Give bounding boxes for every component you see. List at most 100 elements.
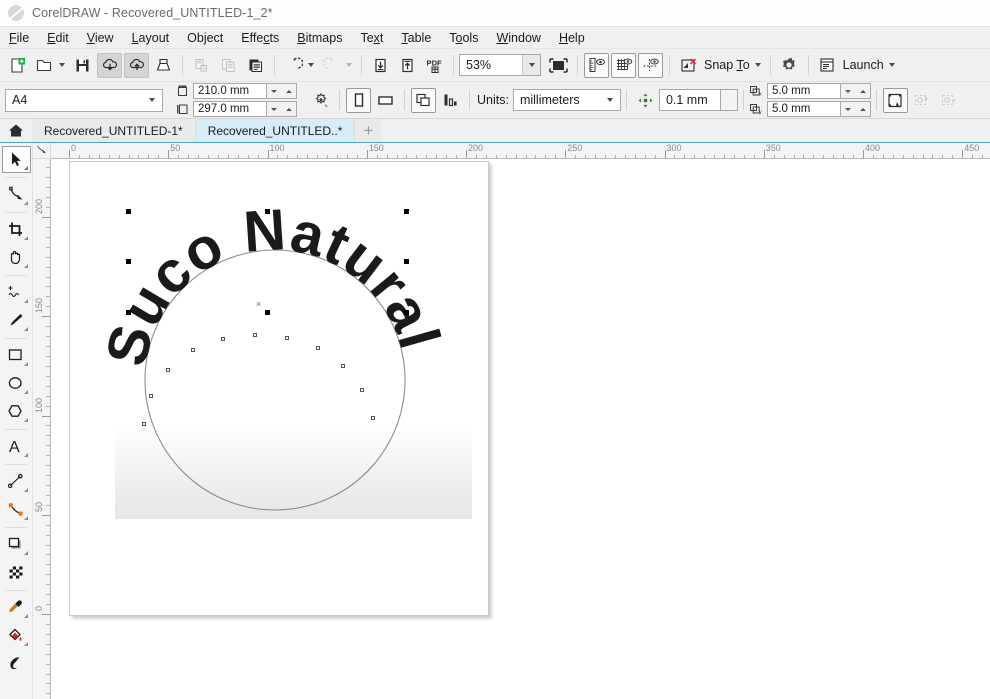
document-tab-2[interactable]: Recovered_UNTITLED..* <box>195 119 356 142</box>
edit-open-curve-button[interactable] <box>910 88 935 113</box>
path-node-marker[interactable] <box>285 336 289 340</box>
selection-handle-se[interactable] <box>404 310 409 315</box>
selection-handle-ne[interactable] <box>404 209 409 214</box>
shape-tool[interactable] <box>2 181 31 208</box>
snap-off-button[interactable] <box>676 53 701 78</box>
menu-layout[interactable]: Layout <box>123 29 179 47</box>
export-button[interactable] <box>395 53 420 78</box>
color-eyedropper-tool[interactable] <box>2 594 31 621</box>
duplicate-y-spinner[interactable] <box>840 101 871 117</box>
interactive-fill-tool[interactable] <box>2 650 31 677</box>
open-dropdown-button[interactable] <box>59 63 65 67</box>
menu-file[interactable]: File <box>0 29 38 47</box>
redo-dropdown-button[interactable] <box>346 63 352 67</box>
full-screen-preview-button[interactable] <box>546 53 571 78</box>
selection-handle-sw[interactable] <box>126 310 131 315</box>
menu-bitmaps[interactable]: Bitmaps <box>288 29 351 47</box>
rectangle-tool[interactable] <box>2 342 31 369</box>
units-dropdown-button[interactable] <box>603 98 620 102</box>
selection-handle-w[interactable] <box>126 259 131 264</box>
pan-tool[interactable] <box>2 244 31 271</box>
all-pages-button[interactable] <box>411 87 436 113</box>
home-tab-button[interactable] <box>0 119 32 142</box>
duplicate-x-spinner[interactable] <box>840 83 871 99</box>
selection-handle-s[interactable] <box>265 310 270 315</box>
path-node-marker[interactable] <box>191 348 195 352</box>
selection-handle-e[interactable] <box>404 259 409 264</box>
path-node-marker[interactable] <box>166 368 170 372</box>
document-tab-1[interactable]: Recovered_UNTITLED-1* <box>32 119 196 142</box>
connector-tool[interactable] <box>2 496 31 523</box>
undo-button[interactable] <box>281 53 306 78</box>
treat-as-filled-button[interactable] <box>882 87 908 113</box>
path-node-marker[interactable] <box>316 346 320 350</box>
open-document-button[interactable] <box>32 53 57 78</box>
options-button[interactable] <box>777 53 802 78</box>
artistic-media-tool[interactable] <box>2 307 31 334</box>
text-tool[interactable]: A <box>2 433 31 460</box>
snap-to-label[interactable]: Snap To <box>704 58 750 72</box>
copy-button[interactable] <box>216 53 241 78</box>
show-guides-button[interactable] <box>638 52 663 78</box>
menu-text[interactable]: Text <box>351 29 392 47</box>
duplicate-y-field[interactable]: 5.0 mm <box>766 101 841 117</box>
export-pdf-button[interactable]: PDF <box>422 53 447 78</box>
page-width-field[interactable]: 210.0 mm <box>193 83 267 99</box>
page-width-spinner[interactable] <box>267 83 297 99</box>
menu-object[interactable]: Object <box>178 29 232 47</box>
pick-tool[interactable] <box>1 146 31 173</box>
horizontal-ruler[interactable]: 0 50 100 150 200 250 300 350 400 450 <box>51 143 990 159</box>
path-node-marker[interactable] <box>221 337 225 341</box>
dimension-tool[interactable] <box>2 468 31 495</box>
drop-shadow-tool[interactable] <box>2 531 31 558</box>
new-document-button[interactable] <box>5 53 30 78</box>
artwork-group[interactable]: Suco Natural <box>70 162 490 617</box>
freehand-tool[interactable] <box>2 279 31 306</box>
zoom-level-combo[interactable]: 53% <box>459 54 541 76</box>
ellipse-tool[interactable] <box>2 370 31 397</box>
path-node-marker[interactable] <box>253 333 257 337</box>
show-rulers-button[interactable] <box>584 52 609 78</box>
zoom-dropdown-button[interactable] <box>522 55 540 75</box>
cut-button[interactable] <box>189 53 214 78</box>
redo-button[interactable] <box>319 53 344 78</box>
drawing-canvas[interactable]: Suco Natural × <box>51 159 990 699</box>
page-settings-button[interactable] <box>308 88 333 113</box>
save-document-button[interactable] <box>70 53 95 78</box>
path-node-marker[interactable] <box>360 388 364 392</box>
page-height-spinner[interactable] <box>267 101 297 117</box>
menu-edit[interactable]: Edit <box>38 29 78 47</box>
fill-tool[interactable] <box>2 622 31 649</box>
menu-help[interactable]: Help <box>550 29 594 47</box>
polygon-tool[interactable] <box>2 398 31 425</box>
path-node-marker[interactable] <box>341 364 345 368</box>
path-node-marker[interactable] <box>371 416 375 420</box>
import-button[interactable] <box>368 53 393 78</box>
ruler-origin-button[interactable] <box>33 143 51 159</box>
menu-tools[interactable]: Tools <box>440 29 487 47</box>
path-node-marker[interactable] <box>149 394 153 398</box>
launch-button[interactable] <box>815 53 840 78</box>
undo-dropdown-button[interactable] <box>308 63 314 67</box>
print-button[interactable] <box>151 53 176 78</box>
current-page-button[interactable] <box>438 88 463 113</box>
nudge-spinner[interactable] <box>720 89 738 111</box>
duplicate-x-field[interactable]: 5.0 mm <box>766 83 841 99</box>
launch-dropdown-button[interactable] <box>888 63 895 67</box>
menu-effects[interactable]: Effects <box>232 29 288 47</box>
path-node-marker[interactable] <box>142 422 146 426</box>
page-height-field[interactable]: 297.0 mm <box>193 101 267 117</box>
page-size-combo[interactable]: A4 <box>5 88 163 112</box>
vertical-ruler[interactable]: 200 150 100 50 0 <box>33 159 51 699</box>
menu-table[interactable]: Table <box>392 29 440 47</box>
edit-closed-curve-button[interactable] <box>937 88 962 113</box>
selection-handle-n[interactable] <box>265 209 270 214</box>
units-combo[interactable]: millimeters <box>512 89 621 111</box>
show-grid-button[interactable] <box>611 52 636 78</box>
launch-label[interactable]: Launch <box>843 58 884 72</box>
nudge-distance-field[interactable]: 0.1 mm <box>658 89 721 111</box>
crop-tool[interactable] <box>2 216 31 243</box>
menu-view[interactable]: View <box>78 29 123 47</box>
download-cloud-button[interactable] <box>97 52 122 78</box>
menu-window[interactable]: Window <box>487 29 549 47</box>
